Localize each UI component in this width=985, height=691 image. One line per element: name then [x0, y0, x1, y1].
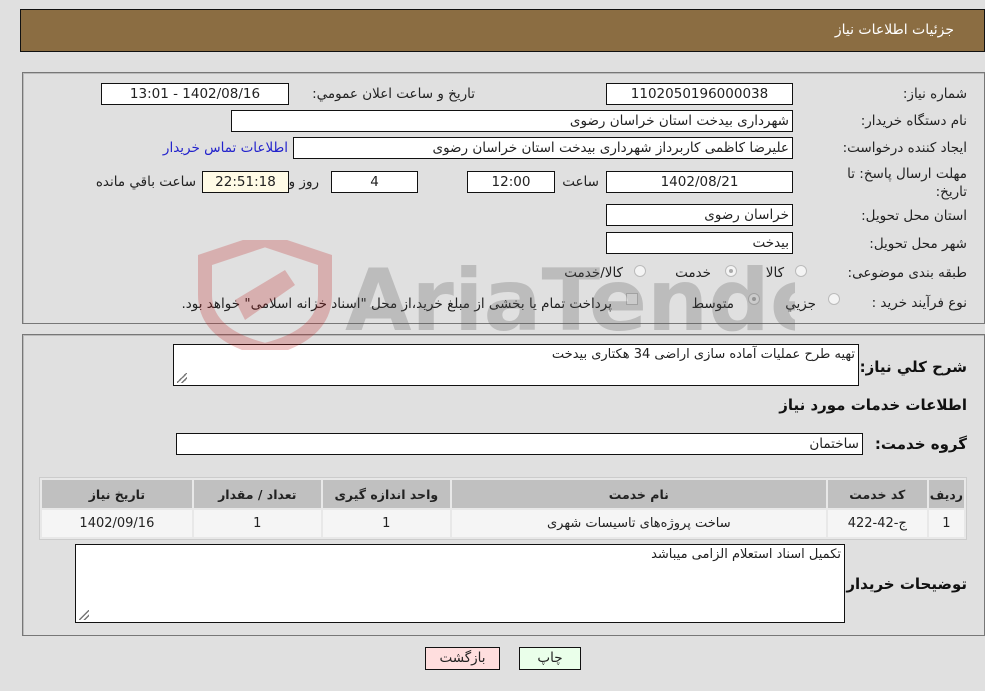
- description-label: شرح کلي نیاز:: [859, 358, 967, 376]
- cell-service-code: ج-42-422: [827, 510, 927, 537]
- deadline-time-label: ساعت: [562, 174, 599, 190]
- print-button[interactable]: چاپ: [519, 647, 581, 670]
- buyer-contact-link[interactable]: اطلاعات تماس خریدار: [163, 140, 288, 156]
- service-group-field: ساختمان: [176, 433, 863, 455]
- time-remaining-field: 22:51:18: [202, 171, 289, 193]
- buyer-org-field: شهرداری بیدخت استان خراسان رضوی: [231, 110, 793, 132]
- announce-datetime-field: 1402/08/16 - 13:01: [101, 83, 289, 105]
- delivery-city-field: بیدخت: [606, 232, 793, 254]
- services-table: ردیف کد خدمت نام خدمت واحد اندازه گیری ت…: [39, 477, 967, 540]
- cell-need-date: 1402/09/16: [42, 510, 192, 537]
- process-radio-medium[interactable]: [748, 293, 760, 305]
- process-option-medium: متوسط: [691, 296, 734, 312]
- process-radio-minor[interactable]: [828, 293, 840, 305]
- buyer-notes-textarea[interactable]: تکمیل اسناد استعلام الزامی میباشد: [75, 544, 845, 623]
- category-option-goods: کالا: [765, 265, 784, 281]
- deadline-date-field: 1402/08/21: [606, 171, 793, 193]
- back-button[interactable]: بازگشت: [425, 647, 500, 670]
- table-header-row: ردیف کد خدمت نام خدمت واحد اندازه گیری ت…: [42, 480, 964, 508]
- service-group-label: گروه خدمت:: [874, 435, 967, 453]
- description-textarea[interactable]: تهیه طرح عملیات آماده سازی اراضی 34 هکتا…: [173, 344, 859, 386]
- treasury-checkbox[interactable]: [626, 293, 638, 305]
- table-row: 1 ج-42-422 ساخت پروژه‌های تاسیسات شهری 1…: [42, 510, 964, 537]
- days-label: روز و: [288, 174, 319, 190]
- category-label: طبقه بندی موضوعی:: [847, 265, 967, 281]
- delivery-province-label: استان محل تحویل:: [861, 208, 967, 224]
- time-remaining-label: ساعت باقي مانده: [95, 174, 196, 190]
- process-option-minor: جزيي: [785, 296, 816, 312]
- buyer-notes-label: توضیحات خریدار:: [840, 575, 967, 593]
- category-radio-goods[interactable]: [795, 265, 807, 277]
- category-radio-service[interactable]: [725, 265, 737, 277]
- need-number-label: شماره نیاز:: [902, 86, 967, 102]
- purchase-process-label: نوع فرآیند خرید :: [871, 295, 967, 311]
- requester-field: علیرضا کاظمی کاربرداز شهرداری بیدخت استا…: [293, 137, 793, 159]
- resize-grip-icon[interactable]: [177, 373, 187, 383]
- buyer-notes-text: تکمیل اسناد استعلام الزامی میباشد: [651, 547, 841, 562]
- page-header: جزئیات اطلاعات نیاز: [20, 9, 985, 52]
- cell-unit: 1: [322, 510, 450, 537]
- services-section-title: اطلاعات خدمات مورد نیاز: [779, 396, 967, 414]
- page-title: جزئیات اطلاعات نیاز: [834, 22, 954, 38]
- need-number-field: 1102050196000038: [606, 83, 793, 105]
- col-header-need-date: تاریخ نیاز: [42, 480, 192, 508]
- category-option-goods-service: کالا/خدمت: [564, 265, 623, 281]
- cell-quantity: 1: [193, 510, 321, 537]
- col-header-service-code: کد خدمت: [827, 480, 927, 508]
- category-option-service: خدمت: [675, 265, 711, 281]
- buyer-org-label: نام دستگاه خریدار:: [860, 113, 967, 129]
- description-text: تهیه طرح عملیات آماده سازی اراضی 34 هکتا…: [551, 347, 855, 362]
- deadline-time-field: 12:00: [467, 171, 555, 193]
- requester-label: ایجاد کننده درخواست:: [842, 140, 967, 156]
- col-header-quantity: تعداد / مقدار: [193, 480, 321, 508]
- days-remaining-field: 4: [331, 171, 418, 193]
- col-header-unit: واحد اندازه گیری: [322, 480, 450, 508]
- deadline-label: مهلت ارسال پاسخ: تا تاریخ:: [847, 166, 967, 200]
- cell-service-name: ساخت پروژه‌های تاسیسات شهری: [451, 510, 826, 537]
- category-radio-goods-service[interactable]: [634, 265, 646, 277]
- treasury-note: پرداخت تمام یا بخشی از مبلغ خرید،از محل …: [181, 296, 612, 312]
- cell-row-number: 1: [928, 510, 964, 537]
- col-header-service-name: نام خدمت: [451, 480, 826, 508]
- delivery-city-label: شهر محل تحویل:: [869, 236, 967, 252]
- col-header-row-number: ردیف: [928, 480, 964, 508]
- announce-datetime-label: تاریخ و ساعت اعلان عمومي:: [312, 86, 475, 102]
- resize-grip-icon[interactable]: [79, 610, 89, 620]
- delivery-province-field: خراسان رضوی: [606, 204, 793, 226]
